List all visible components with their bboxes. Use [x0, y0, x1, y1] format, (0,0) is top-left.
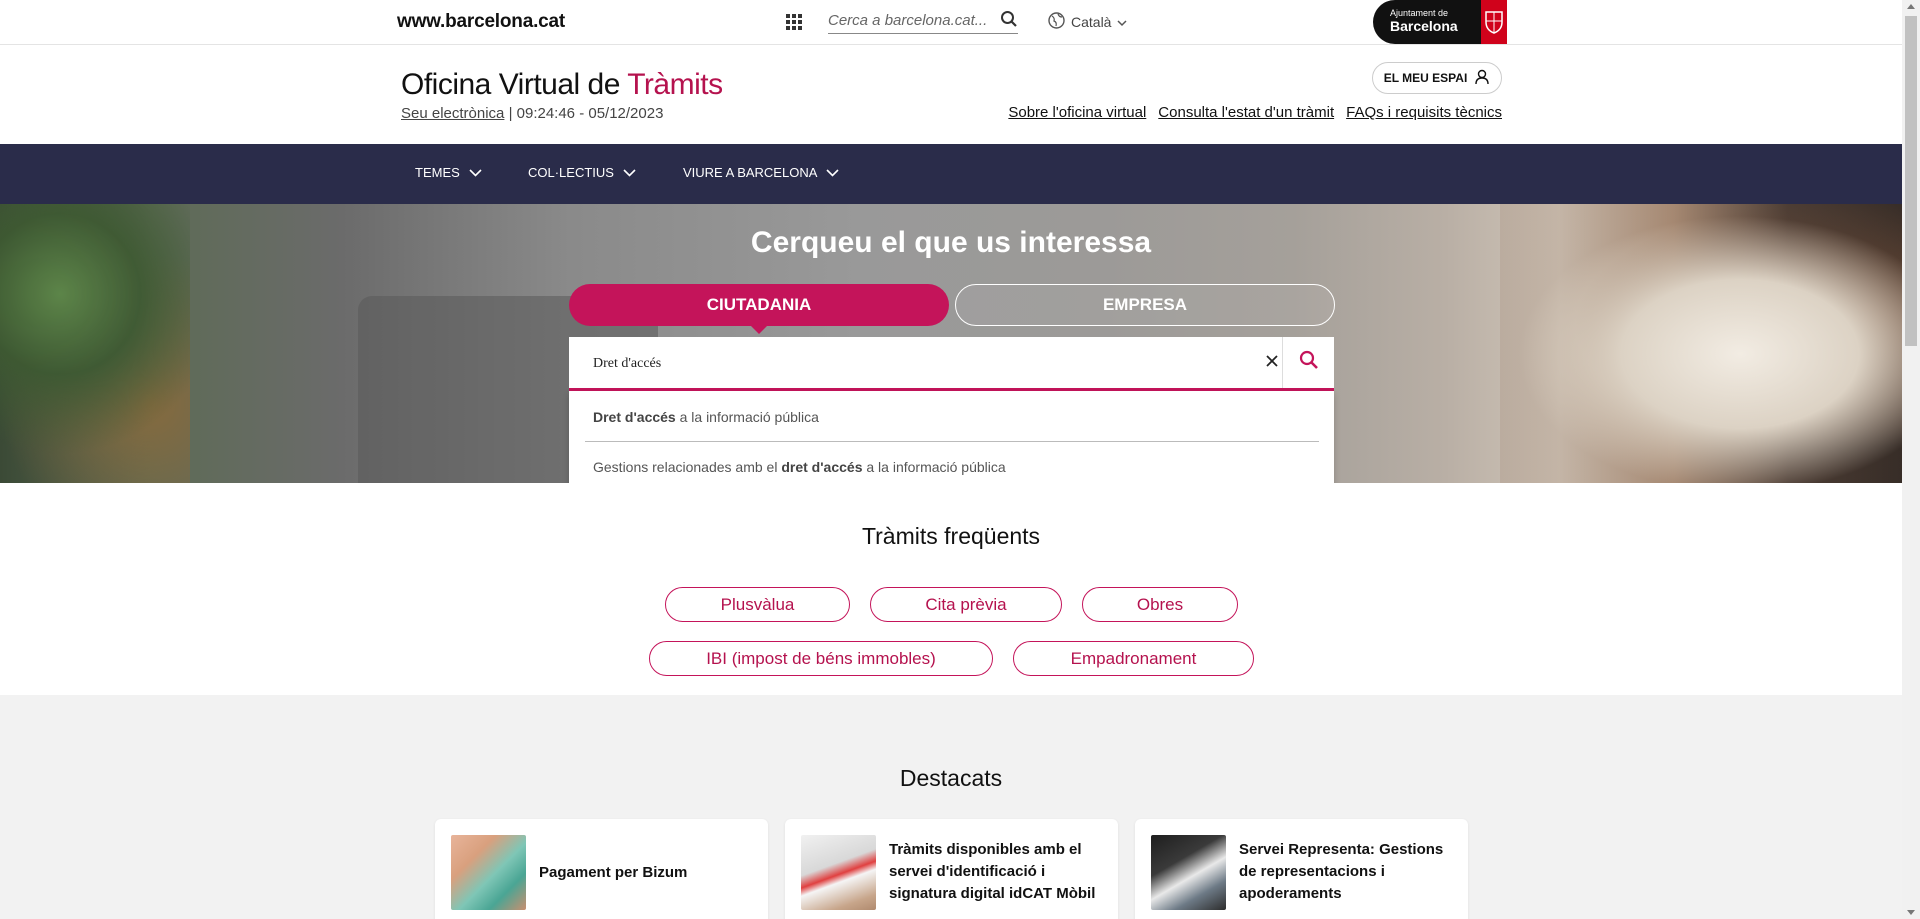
title-main: Oficina Virtual de — [401, 68, 628, 101]
logo-line1: Ajuntament de — [1390, 8, 1449, 18]
scroll-down-arrow-icon[interactable] — [1907, 910, 1915, 915]
suggestion-prefix: Gestions relacionades amb el — [593, 459, 782, 475]
suggestion-item[interactable]: Gestions relacionades amb el dret d'accé… — [593, 459, 1006, 475]
bizum-image — [451, 835, 526, 910]
seu-electronica-link[interactable]: Seu electrònica — [401, 105, 504, 122]
close-icon — [1266, 354, 1278, 372]
frequent-ibi[interactable]: IBI (impost de béns immobles) — [649, 641, 993, 676]
main-nav: TEMES COL·LECTIUS VIURE A BARCELONA — [0, 144, 1902, 204]
highlight-card-bizum[interactable]: Pagament per Bizum — [435, 819, 768, 919]
highlights-section: Destacats Pagament per Bizum Tràmits dis… — [0, 695, 1902, 919]
status-link[interactable]: Consulta l'estat d'un tràmit — [1158, 104, 1334, 121]
header-links: Sobre l'oficina virtual Consulta l'estat… — [1008, 104, 1502, 121]
suggestion-rest: a la informació pública — [675, 409, 819, 425]
suggestion-match: Dret d'accés — [593, 409, 676, 425]
top-bar: www.barcelona.cat Català Ajuntament de B… — [0, 0, 1902, 45]
my-space-label: EL MEU ESPAI — [1383, 71, 1468, 85]
site-search-input[interactable] — [828, 8, 988, 32]
nav-item-label: VIURE A BARCELONA — [683, 165, 818, 180]
scroll-up-arrow-icon[interactable] — [1907, 4, 1915, 9]
apps-grid-icon[interactable] — [786, 14, 802, 30]
highlight-card-representa[interactable]: Servei Representa: Gestions de represent… — [1135, 819, 1468, 919]
main-search-input[interactable] — [593, 353, 1233, 375]
page-title: Oficina Virtual de Tràmits — [401, 68, 723, 102]
logo-line2: Barcelona — [1390, 18, 1458, 34]
site-search — [828, 8, 1018, 34]
faq-link[interactable]: FAQs i requisits tècnics — [1346, 104, 1502, 121]
nav-item-temes[interactable]: TEMES — [415, 165, 482, 180]
chevron-down-icon — [1117, 14, 1127, 30]
card-text: Tràmits disponibles amb el servei d'iden… — [889, 841, 1096, 902]
highlight-card-idcat[interactable]: Tràmits disponibles amb el servei d'iden… — [785, 819, 1118, 919]
idcat-mobile-image — [801, 835, 876, 910]
frequent-empadronament[interactable]: Empadronament — [1013, 641, 1254, 676]
language-label: Català — [1071, 14, 1112, 30]
nav-item-label: TEMES — [415, 165, 460, 180]
suggestion-divider — [585, 441, 1319, 442]
frequent-title: Tràmits freqüents — [861, 523, 1041, 549]
frequent-obres[interactable]: Obres — [1082, 587, 1238, 622]
search-icon — [1299, 350, 1319, 375]
search-icon[interactable] — [1000, 10, 1018, 33]
nav-item-viure[interactable]: VIURE A BARCELONA — [683, 165, 839, 180]
hero-title: Cerqueu el que us interessa — [750, 226, 1152, 259]
city-shield-icon — [1481, 0, 1507, 44]
subtitle: Seu electrònica | 09:24:46 - 05/12/2023 — [401, 105, 663, 122]
highlights-title: Destacats — [899, 765, 1003, 791]
nav-item-collectius[interactable]: COL·LECTIUS — [528, 165, 636, 180]
user-icon — [1474, 69, 1490, 88]
main-search — [569, 337, 1334, 391]
timestamp: | 09:24:46 - 05/12/2023 — [504, 105, 664, 122]
frequent-procedures: Tràmits freqüents Plusvàlua Cita prèvia … — [0, 483, 1902, 695]
title-accent: Tràmits — [627, 68, 723, 101]
representa-image — [1151, 835, 1226, 910]
nav-item-label: COL·LECTIUS — [528, 165, 614, 180]
suggestion-item[interactable]: Dret d'accés a la informació pública — [593, 409, 819, 425]
language-selector[interactable]: Català — [1048, 12, 1127, 32]
suggestion-rest: a la informació pública — [862, 459, 1006, 475]
site-header: Oficina Virtual de Tràmits Seu electròni… — [0, 45, 1902, 144]
chevron-down-icon — [826, 165, 839, 180]
search-suggestions: Dret d'accés a la informació pública Ges… — [569, 391, 1334, 492]
tab-empresa[interactable]: EMPRESA — [955, 284, 1335, 326]
chevron-down-icon — [623, 165, 636, 180]
ajuntament-logo[interactable]: Ajuntament de Barcelona — [1373, 0, 1507, 44]
card-text: Servei Representa: Gestions de represent… — [1239, 841, 1444, 902]
my-space-button[interactable]: EL MEU ESPAI — [1372, 62, 1502, 94]
about-link[interactable]: Sobre l'oficina virtual — [1008, 104, 1146, 121]
suggestion-match: dret d'accés — [781, 459, 863, 475]
search-submit-button[interactable] — [1283, 337, 1334, 388]
page-scrollbar[interactable] — [1902, 0, 1920, 919]
site-url-link[interactable]: www.barcelona.cat — [397, 11, 565, 33]
scrollbar-thumb[interactable] — [1905, 16, 1917, 346]
chevron-down-icon — [469, 165, 482, 180]
globe-icon — [1048, 12, 1065, 32]
frequent-plusvalua[interactable]: Plusvàlua — [665, 587, 850, 622]
tab-ciutadania[interactable]: CIUTADANIA — [569, 284, 949, 334]
card-text: Pagament per Bizum — [539, 864, 688, 881]
frequent-cita-previa[interactable]: Cita prèvia — [870, 587, 1062, 622]
